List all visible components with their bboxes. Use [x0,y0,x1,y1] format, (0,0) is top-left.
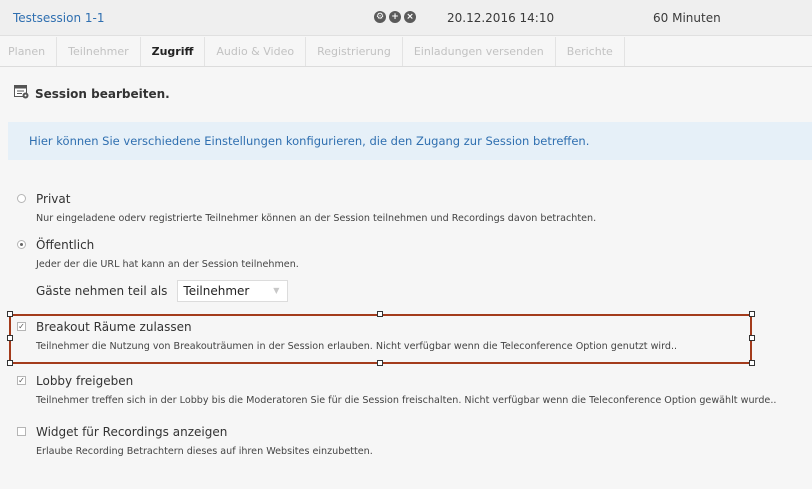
page-title: Session bearbeiten. [35,86,170,101]
edit-settings-icon [14,84,29,103]
resize-handle-l[interactable] [7,335,13,341]
resize-handle-b[interactable] [377,360,383,366]
selection-frame [9,314,752,364]
guest-role-value: Teilnehmer [183,284,250,298]
privat-desc: Nur eingeladene oderv registrierte Teiln… [36,213,597,224]
resize-handle-tr[interactable] [749,311,755,317]
settings-icon[interactable]: ⚙ [374,11,386,23]
lobby-desc: Teilnehmer treffen sich in der Lobby bis… [36,395,777,406]
widget-label: Widget für Recordings anzeigen [36,425,228,439]
guest-role-label: Gäste nehmen teil als [36,284,168,298]
session-header: Testsession 1-1 ⚙ + × 20.12.2016 14:10 6… [0,0,812,36]
widget-checkbox[interactable] [17,427,26,436]
tab-berichte[interactable]: Berichte [556,37,625,66]
info-text: Hier können Sie verschiedene Einstellung… [29,134,590,148]
info-banner: Hier können Sie verschiedene Einstellung… [8,122,812,160]
resize-handle-tl[interactable] [7,311,13,317]
oeffentlich-radio[interactable] [17,240,26,249]
widget-desc: Erlaube Recording Betrachtern dieses auf… [36,446,373,457]
resize-handle-r[interactable] [749,335,755,341]
close-icon[interactable]: × [404,11,416,23]
guest-role-row: Gäste nehmen teil als Teilnehmer ▼ [36,280,289,302]
chevron-down-icon: ▼ [273,286,280,295]
add-icon[interactable]: + [389,11,401,23]
tab-zugriff[interactable]: Zugriff [140,37,206,66]
lobby-checkbox[interactable]: ✓ [17,376,26,385]
privat-radio[interactable] [17,194,26,203]
tab-bar: Planen Teilnehmer Zugriff Audio & Video … [0,37,812,67]
lobby-label: Lobby freigeben [36,374,134,388]
resize-handle-t[interactable] [377,311,383,317]
header-actions: ⚙ + × [374,11,416,23]
session-title[interactable]: Testsession 1-1 [13,11,104,25]
oeffentlich-label: Öffentlich [36,238,95,252]
resize-handle-bl[interactable] [7,360,13,366]
tab-registrierung[interactable]: Registrierung [306,37,403,66]
session-duration: 60 Minuten [653,11,721,25]
privat-label: Privat [36,192,71,206]
tab-planen[interactable]: Planen [0,37,58,66]
tab-einladungen[interactable]: Einladungen versenden [403,37,556,66]
resize-handle-br[interactable] [749,360,755,366]
tab-teilnehmer[interactable]: Teilnehmer [57,37,141,66]
guest-role-select[interactable]: Teilnehmer ▼ [177,280,289,302]
tab-audio-video[interactable]: Audio & Video [205,37,307,66]
oeffentlich-desc: Jeder der die URL hat kann an der Sessio… [36,259,299,270]
section-header: Session bearbeiten. [14,84,170,103]
session-date: 20.12.2016 14:10 [447,11,555,25]
